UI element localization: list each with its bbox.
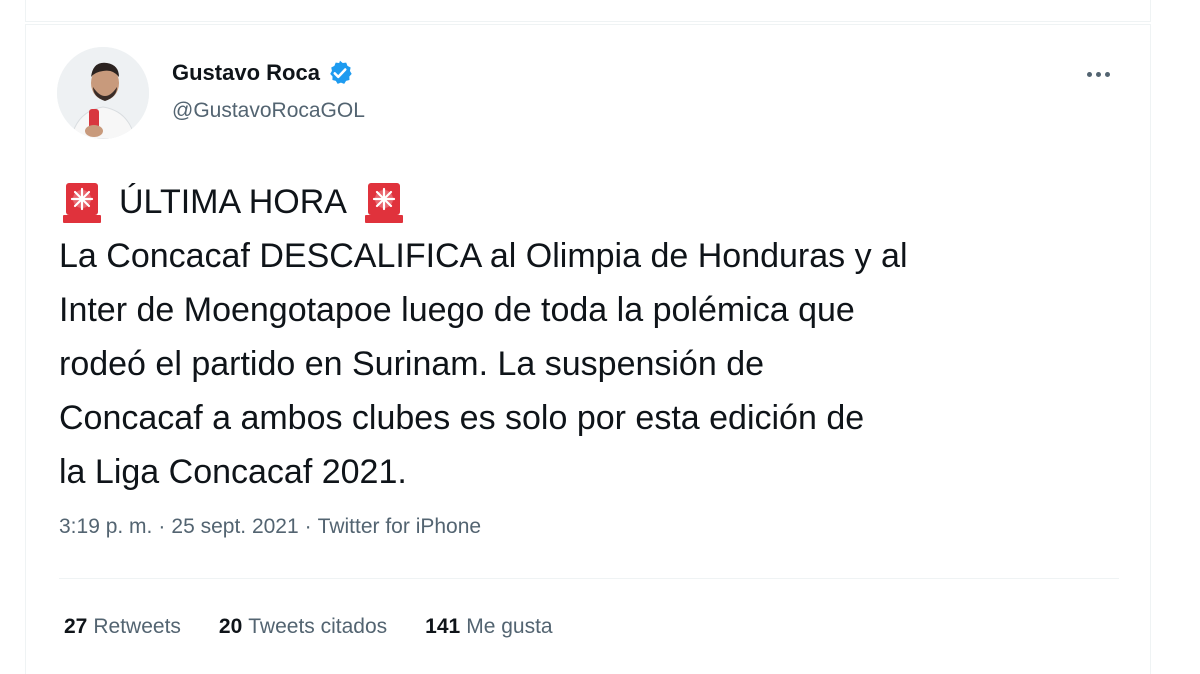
- tweet-body-line: rodeó el partido en Surinam. La suspensi…: [59, 345, 765, 383]
- rotating-light-icon: [59, 179, 105, 225]
- tweet-body-line: Inter de Moengotapoe luego de toda la po…: [59, 291, 855, 329]
- author-handle[interactable]: @GustavoRocaGOL: [172, 99, 365, 123]
- author-name-row: Gustavo Roca: [172, 59, 365, 87]
- tweet-body-line: La Concacaf DESCALIFICA al Olimpia de Ho…: [59, 237, 908, 275]
- quote-tweets-stat[interactable]: 20 Tweets citados: [219, 615, 387, 639]
- tweet-body-line: Concacaf a ambos clubes es solo por esta…: [59, 399, 865, 437]
- likes-label: Me gusta: [466, 615, 553, 638]
- tweet-card: Gustavo Roca @GustavoRocaGOL ÚLTIMA HORA…: [25, 24, 1151, 674]
- headline-text: ÚLTIMA HORA: [119, 183, 347, 221]
- tweet-body-line: la Liga Concacaf 2021.: [59, 453, 407, 491]
- divider: [59, 578, 1119, 579]
- author-display-name[interactable]: Gustavo Roca: [172, 60, 320, 86]
- avatar-photo: [57, 47, 149, 139]
- tweet-timestamp-row: 3:19 p. m. · 25 sept. 2021 · Twitter for…: [59, 515, 481, 539]
- quote-tweets-count: 20: [218, 615, 243, 638]
- retweets-count: 27: [64, 615, 88, 638]
- more-options-icon[interactable]: [1078, 61, 1118, 87]
- likes-stat[interactable]: 141 Me gusta: [425, 615, 552, 639]
- rotating-light-icon: [361, 179, 407, 225]
- retweets-stat[interactable]: 27 Retweets: [64, 615, 181, 639]
- retweets-label: Retweets: [93, 615, 181, 638]
- likes-count: 141: [425, 615, 461, 638]
- verified-badge-icon: [326, 59, 354, 87]
- meta-separator: ·: [304, 515, 312, 538]
- previous-tweet-card-edge: [25, 0, 1151, 22]
- tweet-time[interactable]: 3:19 p. m.: [59, 515, 152, 539]
- avatar[interactable]: [57, 47, 149, 139]
- tweet-headline: ÚLTIMA HORA: [59, 175, 1129, 229]
- tweet-stats: 27 Retweets 20 Tweets citados 141 Me gus…: [64, 615, 553, 639]
- tweet-date[interactable]: 25 sept. 2021: [171, 515, 298, 539]
- tweet-author: Gustavo Roca @GustavoRocaGOL: [172, 59, 365, 123]
- tweet-text: ÚLTIMA HORA La Concacaf DESCALIFICA al O…: [59, 175, 1129, 499]
- tweet-source-link[interactable]: Twitter for iPhone: [318, 515, 481, 539]
- meta-separator: ·: [158, 515, 166, 538]
- quote-tweets-label: Tweets citados: [248, 615, 388, 638]
